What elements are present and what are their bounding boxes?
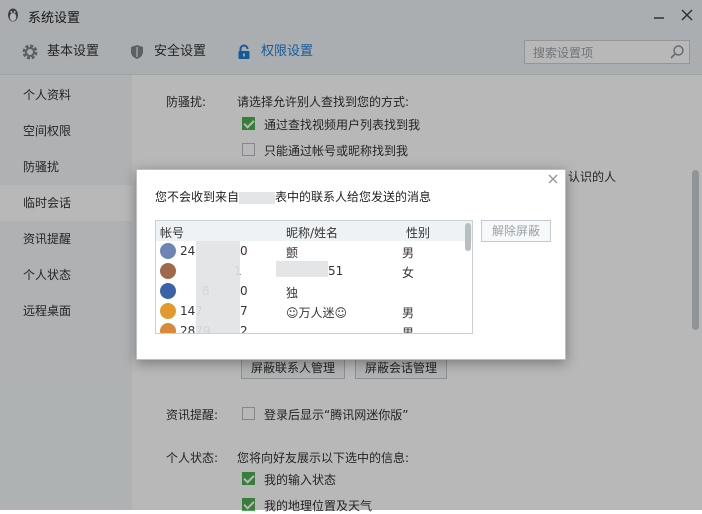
row-gender: 男 <box>402 246 415 260</box>
blur-mask <box>239 191 276 204</box>
row-nickname: 颤 <box>286 246 299 260</box>
row-nickname: 51 <box>328 264 344 278</box>
list-scrollbar[interactable] <box>465 223 471 251</box>
dialog-close-button[interactable] <box>545 172 561 188</box>
blocked-contacts-list[interactable]: 帐号 昵称/姓名 性别 24 0 颤 男 1 51 女 8 0 独 147 <box>155 220 473 334</box>
row-gender: 女 <box>402 266 415 280</box>
row-nickname: 独 <box>286 286 299 300</box>
avatar <box>160 323 176 333</box>
row-account: 24 <box>180 244 196 258</box>
row-account-tail: 2 <box>240 324 248 334</box>
blur-mask <box>196 241 240 333</box>
column-nickname: 昵称/姓名 <box>286 226 339 240</box>
column-gender: 性别 <box>406 226 431 240</box>
column-account: 帐号 <box>160 226 185 240</box>
avatar <box>160 243 176 259</box>
dialog-title-suffix: 表中的联系人给您发送的消息 <box>275 190 432 204</box>
list-header: 帐号 昵称/姓名 性别 <box>156 221 472 241</box>
row-account-tail: 0 <box>240 284 248 298</box>
avatar <box>160 303 176 319</box>
row-nickname: ☺万人迷☺ <box>286 306 348 320</box>
row-account-tail: 0 <box>240 244 248 258</box>
row-gender: 男 <box>402 306 415 320</box>
row-gender: 男 <box>402 326 415 334</box>
avatar <box>160 283 176 299</box>
close-icon <box>548 174 558 184</box>
row-account-tail: 7 <box>240 304 248 318</box>
dialog-title: 您不会收到来自 表中的联系人给您发送的消息 <box>155 188 431 205</box>
avatar <box>160 263 176 279</box>
blur-mask <box>276 261 328 277</box>
unblock-button[interactable]: 解除屏蔽 <box>481 220 551 242</box>
dialog-title-prefix: 您不会收到来自 <box>155 190 240 204</box>
blocked-contacts-dialog: 您不会收到来自 表中的联系人给您发送的消息 帐号 昵称/姓名 性别 24 0 颤 … <box>136 169 566 360</box>
